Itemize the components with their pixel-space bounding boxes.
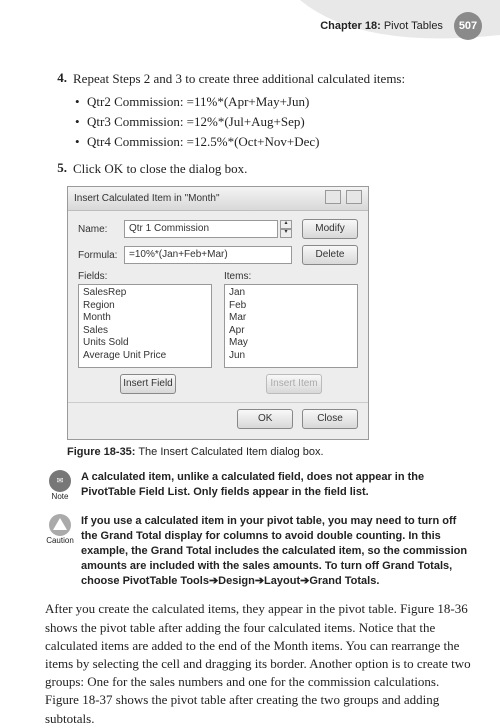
dialog-footer: OK Close (68, 402, 368, 439)
dialog-body: Name: Qtr 1 Commission ▴▾ Modify Formula… (68, 211, 368, 402)
name-stepper[interactable]: ▴▾ (280, 220, 292, 238)
formula-label: Formula: (78, 250, 124, 261)
caution-icon: Caution (45, 514, 75, 588)
list-item[interactable]: Jun (229, 350, 353, 363)
insert-field-button[interactable]: Insert Field (120, 374, 176, 394)
body-paragraph: After you create the calculated items, t… (45, 600, 475, 727)
bullet-item: Qtr3 Commission: =12%*(Jul+Aug+Sep) (75, 114, 475, 130)
list-item[interactable]: Month (83, 312, 207, 325)
chapter-title: Pivot Tables (384, 20, 443, 32)
bullet-text: Qtr2 Commission: =11%*(Apr+May+Jun) (87, 94, 309, 110)
bullet-list: Qtr2 Commission: =11%*(Apr+May+Jun) Qtr3… (75, 94, 475, 150)
list-item[interactable]: Region (83, 300, 207, 313)
dialog-title: Insert Calculated Item in "Month" (74, 193, 220, 204)
step-5: 5. Click OK to close the dialog box. (45, 160, 475, 178)
lists-row: Fields: SalesRep Region Month Sales Unit… (78, 271, 358, 394)
list-item[interactable]: Sales (83, 325, 207, 338)
page: Chapter 18: Pivot Tables 507 4. Repeat S… (0, 0, 500, 627)
list-item[interactable]: Units Sold (83, 337, 207, 350)
name-row: Name: Qtr 1 Commission ▴▾ Modify (78, 219, 358, 239)
ok-button[interactable]: OK (237, 409, 293, 429)
figure-caption: Figure 18-35: The Insert Calculated Item… (67, 446, 475, 458)
formula-input[interactable]: =10%*(Jan+Feb+Mar) (124, 246, 292, 264)
bullet-icon (75, 114, 87, 130)
list-item[interactable]: Jan (229, 287, 353, 300)
step-number: 5. (45, 160, 73, 178)
note-label: Note (45, 493, 75, 502)
delete-button[interactable]: Delete (302, 245, 358, 265)
titlebar-buttons (323, 190, 362, 207)
chapter-label: Chapter 18: (320, 20, 381, 32)
caution-callout: Caution If you use a calculated item in … (45, 514, 475, 588)
bullet-icon (75, 134, 87, 150)
figure-label: Figure 18-35: (67, 446, 135, 458)
formula-row: Formula: =10%*(Jan+Feb+Mar) Delete (78, 245, 358, 265)
step-text: Click OK to close the dialog box. (73, 160, 475, 178)
insert-item-button[interactable]: Insert Item (266, 374, 322, 394)
bullet-icon (75, 94, 87, 110)
bullet-item: Qtr2 Commission: =11%*(Apr+May+Jun) (75, 94, 475, 110)
list-item[interactable]: Feb (229, 300, 353, 313)
list-item[interactable]: Average Unit Price (83, 350, 207, 363)
chevron-down-icon[interactable]: ▾ (280, 229, 292, 238)
warning-triangle-icon (49, 514, 71, 536)
figure-wrapper: Insert Calculated Item in "Month" Name: … (67, 186, 475, 458)
close-icon[interactable] (346, 190, 362, 204)
caution-text: If you use a calculated item in your piv… (81, 514, 475, 588)
step-text: Repeat Steps 2 and 3 to create three add… (73, 70, 475, 88)
page-body: 4. Repeat Steps 2 and 3 to create three … (45, 70, 475, 728)
figure-caption-text: The Insert Calculated Item dialog box. (138, 446, 323, 458)
page-header: Chapter 18: Pivot Tables 507 (320, 12, 482, 40)
bullet-item: Qtr4 Commission: =12.5%*(Oct+Nov+Dec) (75, 134, 475, 150)
bullet-text: Qtr4 Commission: =12.5%*(Oct+Nov+Dec) (87, 134, 320, 150)
help-icon[interactable] (325, 190, 341, 204)
items-column: Items: Jan Feb Mar Apr May Jun Insert It… (224, 271, 358, 394)
dialog-insert-calculated-item: Insert Calculated Item in "Month" Name: … (67, 186, 369, 440)
page-number-badge: 507 (454, 12, 482, 40)
list-item[interactable]: May (229, 337, 353, 350)
bullet-text: Qtr3 Commission: =12%*(Jul+Aug+Sep) (87, 114, 305, 130)
step-4: 4. Repeat Steps 2 and 3 to create three … (45, 70, 475, 88)
chevron-up-icon[interactable]: ▴ (280, 220, 292, 229)
fields-listbox[interactable]: SalesRep Region Month Sales Units Sold A… (78, 284, 212, 368)
list-item[interactable]: Apr (229, 325, 353, 338)
items-listbox[interactable]: Jan Feb Mar Apr May Jun (224, 284, 358, 368)
items-label: Items: (224, 271, 358, 282)
list-item[interactable]: Mar (229, 312, 353, 325)
step-number: 4. (45, 70, 73, 88)
note-callout: ✉ Note A calculated item, unlike a calcu… (45, 470, 475, 502)
close-button[interactable]: Close (302, 409, 358, 429)
note-icon: ✉ Note (45, 470, 75, 502)
modify-button[interactable]: Modify (302, 219, 358, 239)
name-label: Name: (78, 224, 124, 235)
dialog-titlebar[interactable]: Insert Calculated Item in "Month" (68, 187, 368, 211)
fields-column: Fields: SalesRep Region Month Sales Unit… (78, 271, 212, 394)
name-input[interactable]: Qtr 1 Commission (124, 220, 278, 238)
caution-label: Caution (45, 537, 75, 546)
envelope-icon: ✉ (49, 470, 71, 492)
note-text: A calculated item, unlike a calculated f… (81, 470, 475, 502)
list-item[interactable]: SalesRep (83, 287, 207, 300)
fields-label: Fields: (78, 271, 212, 282)
